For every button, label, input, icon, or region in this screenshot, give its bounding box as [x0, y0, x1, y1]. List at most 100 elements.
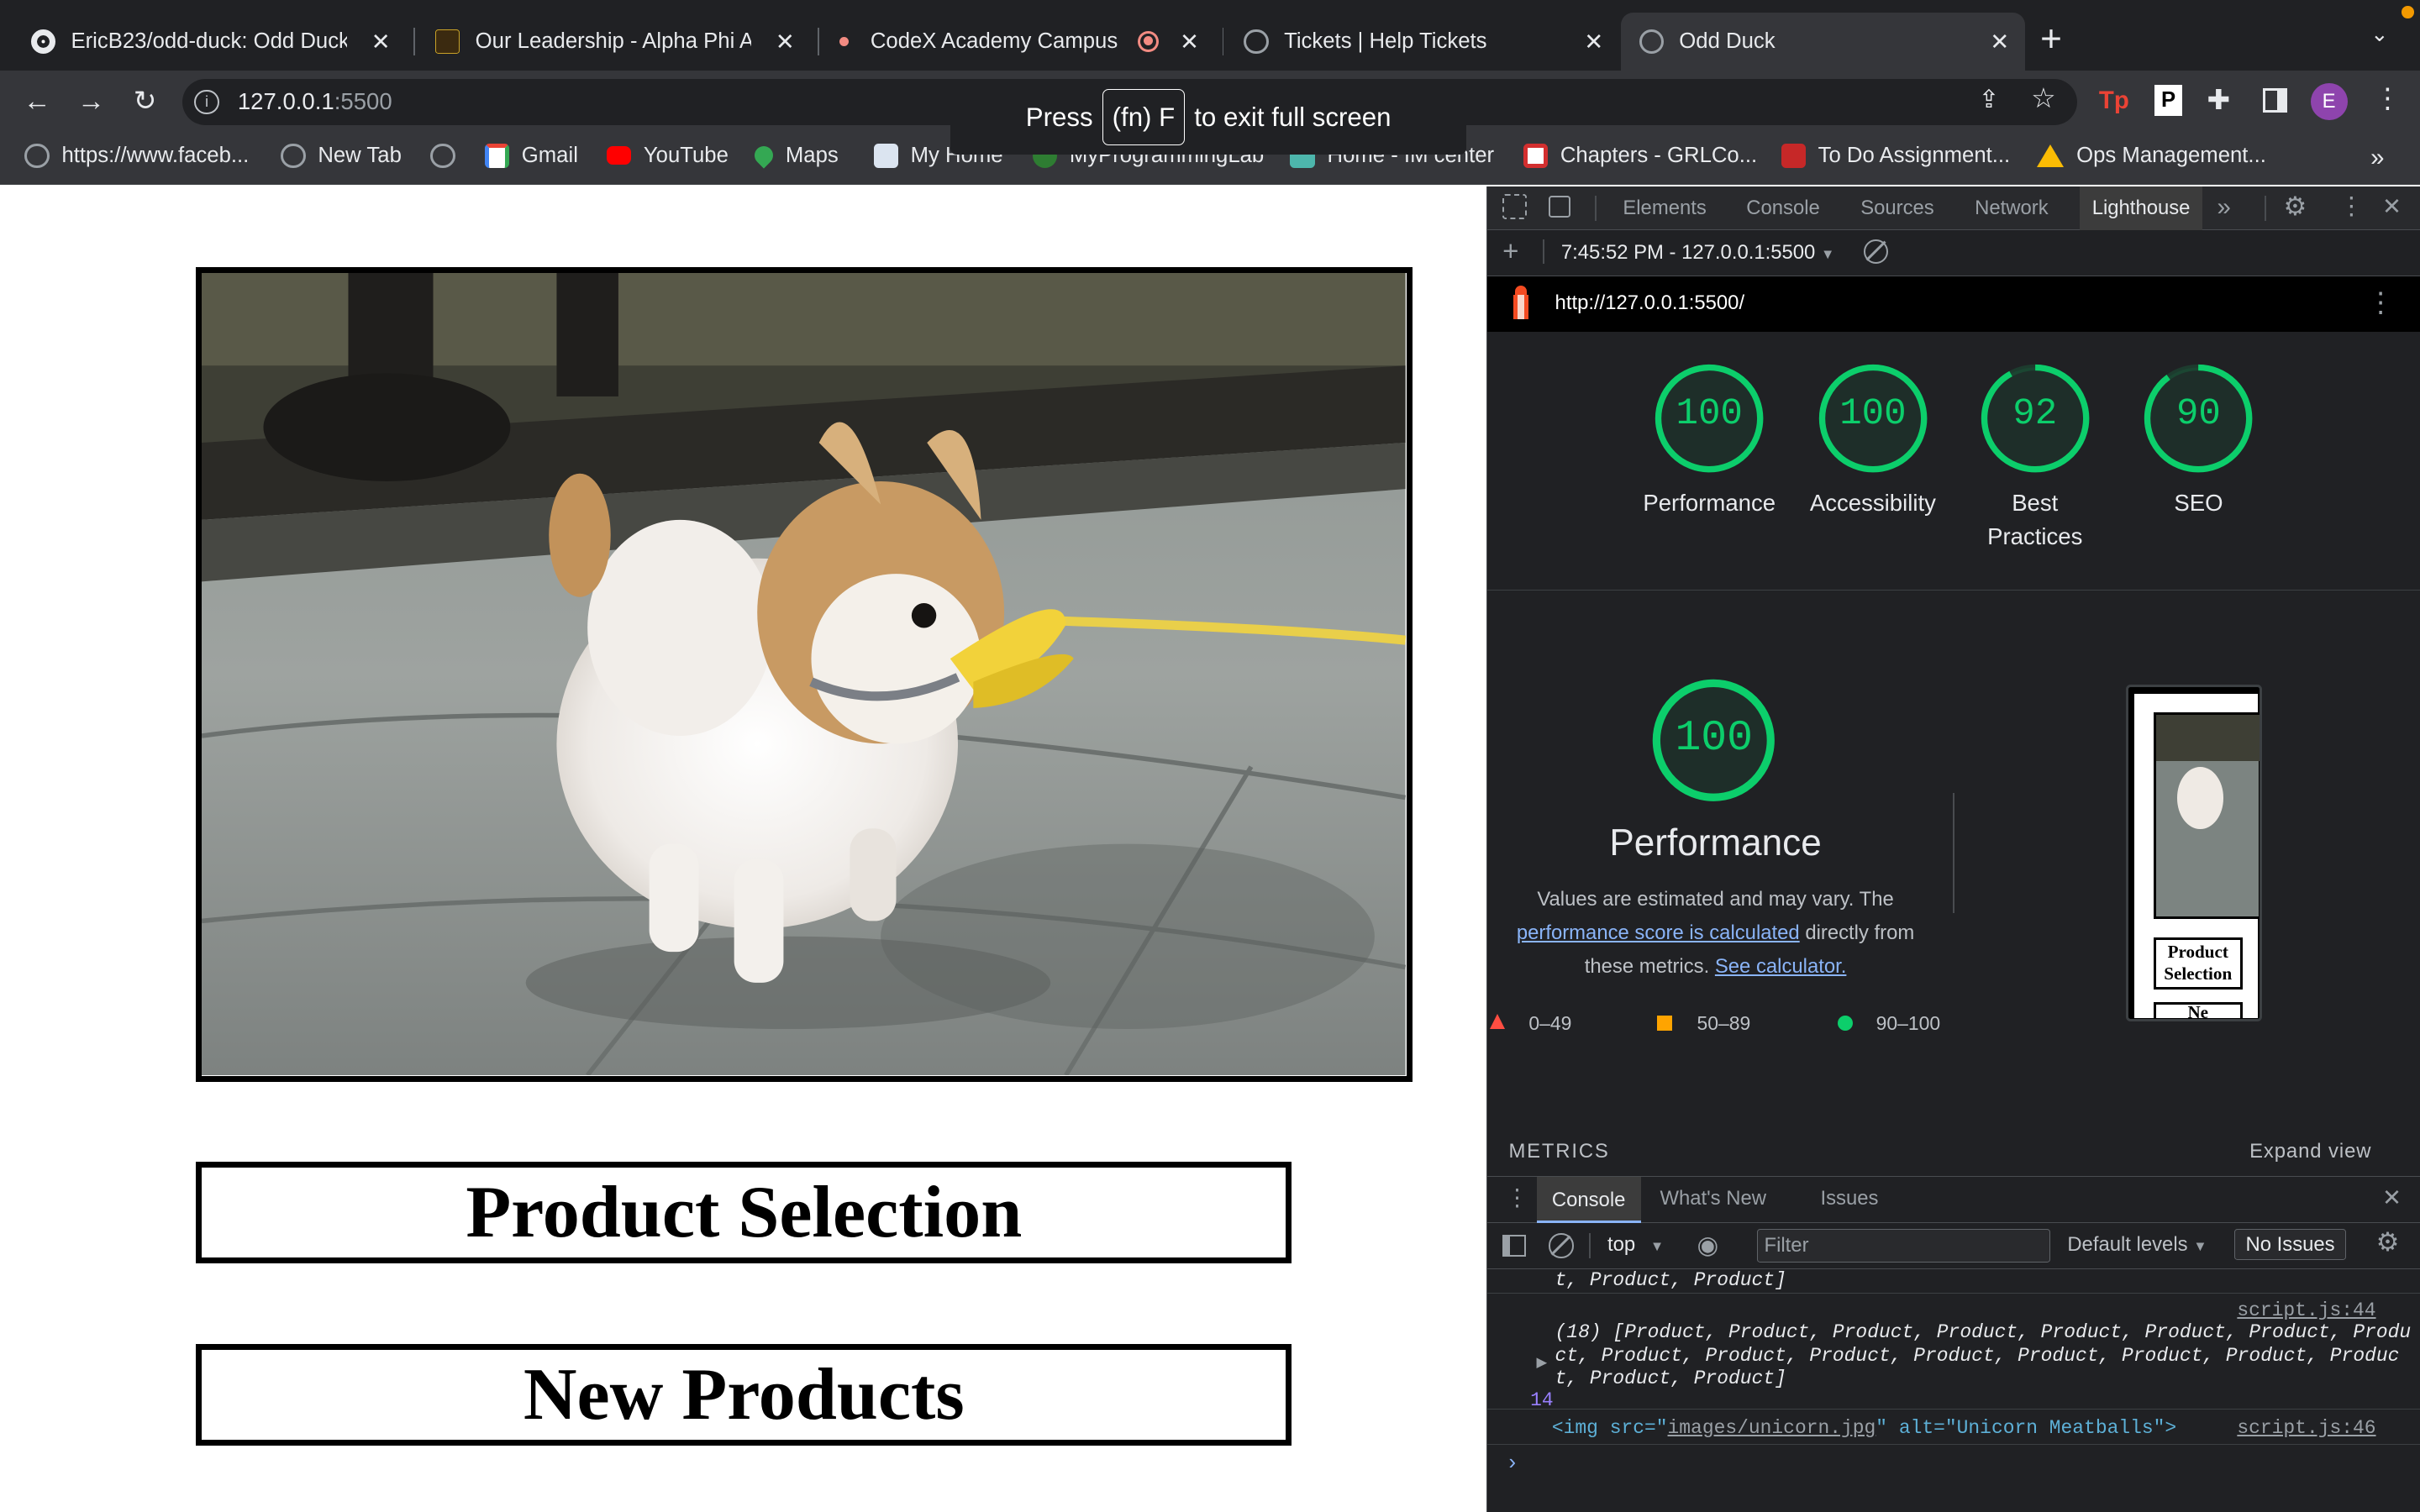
- browser-menu-icon[interactable]: ⋮: [2374, 81, 2402, 115]
- log-element: <img src="images/unicorn.jpg" alt="Unico…: [1552, 1417, 2176, 1439]
- bookmark-item[interactable]: Maps: [750, 142, 839, 169]
- more-bookmarks-icon[interactable]: »: [2370, 144, 2384, 172]
- codex-icon: [839, 37, 850, 47]
- extension-tp-icon[interactable]: Tp: [2099, 87, 2130, 118]
- devtools-menu-icon[interactable]: ⋮: [2339, 192, 2364, 221]
- log-array-line: (18) [Product, Product, Product, Product…: [1555, 1321, 2412, 1344]
- console-log-entry[interactable]: <img src="images/unicorn.jpg" alt="Unico…: [1486, 1411, 2420, 1446]
- report-menu-icon[interactable]: ⋮: [2367, 286, 2395, 319]
- tab-search-chevron-icon[interactable]: ⌄: [2370, 22, 2389, 47]
- metrics-label: METRICS: [1508, 1140, 1610, 1163]
- browser-tab-active[interactable]: Odd Duck ✕: [1620, 12, 2025, 71]
- tab-network[interactable]: Network: [1962, 186, 2060, 229]
- live-expression-eye-icon[interactable]: ◉: [1697, 1231, 1731, 1259]
- bookmark-label: Chapters - GRLCo...: [1560, 143, 1758, 167]
- device-toolbar-icon[interactable]: [1549, 196, 1570, 218]
- log-source-link[interactable]: script.js:44: [2237, 1299, 2375, 1321]
- bookmark-item[interactable]: Ops Management...: [2037, 143, 2266, 168]
- log-levels-dropdown[interactable]: Default levels ▼: [2067, 1233, 2207, 1257]
- final-screenshot-thumbnail[interactable]: Product Selection Ne: [2126, 685, 2262, 1021]
- thumbnail-image: [2153, 711, 2260, 919]
- profile-avatar[interactable]: E: [2310, 83, 2348, 121]
- close-drawer-icon[interactable]: ✕: [2382, 1184, 2402, 1211]
- site-info-icon[interactable]: i: [194, 89, 219, 114]
- bookmark-item[interactable]: YouTube: [606, 143, 729, 168]
- reload-icon[interactable]: ↻: [127, 83, 164, 120]
- clear-console-icon[interactable]: [1549, 1233, 1574, 1258]
- context-selector[interactable]: top ▼: [1607, 1233, 1664, 1257]
- drive-icon: [2037, 144, 2065, 167]
- close-tab-icon[interactable]: ✕: [1584, 29, 1603, 55]
- bookmark-item[interactable]: https://www.faceb...: [24, 143, 249, 169]
- myhome-icon: [873, 143, 898, 169]
- see-calculator-link[interactable]: See calculator.: [1715, 955, 1847, 978]
- tab-console[interactable]: Console: [1734, 186, 1833, 229]
- settings-gear-icon[interactable]: ⚙: [2283, 192, 2307, 222]
- console-log-entry[interactable]: script.js:44 ▶ (18) [Product, Product, P…: [1486, 1295, 2420, 1411]
- back-icon[interactable]: ←: [18, 83, 55, 120]
- extension-p-icon[interactable]: P: [2154, 85, 2183, 116]
- console-log-entry: t, Product, Product]: [1486, 1269, 2420, 1294]
- youtube-icon: [606, 146, 632, 165]
- globe-icon: [281, 143, 306, 169]
- browser-tab[interactable]: Our Leadership - Alpha Phi Alp ✕: [417, 13, 810, 71]
- dog-duck-muzzle-photo: [202, 272, 1407, 1076]
- new-report-icon[interactable]: +: [1502, 236, 1518, 268]
- browser-tab[interactable]: Tickets | Help Tickets ✕: [1225, 13, 1618, 71]
- side-panel-icon[interactable]: [2262, 87, 2287, 113]
- devtools-tabbar: Elements Console Sources Network Lightho…: [1486, 186, 2420, 230]
- log-source-link[interactable]: script.js:46: [2237, 1417, 2375, 1439]
- close-tab-icon[interactable]: ✕: [1180, 29, 1199, 55]
- bookmark-item[interactable]: [430, 143, 467, 169]
- bookmark-item[interactable]: Chapters - GRLCo...: [1523, 143, 1758, 169]
- extensions-puzzle-icon[interactable]: ✚: [2207, 83, 2230, 117]
- console-settings-gear-icon[interactable]: ⚙: [2376, 1227, 2400, 1257]
- bookmark-label: Ops Management...: [2076, 143, 2266, 167]
- console-sidebar-icon[interactable]: [1502, 1235, 1526, 1257]
- gauge-seo[interactable]: 90 SEO: [2129, 363, 2268, 520]
- fraternity-crest-icon: [434, 29, 460, 55]
- score-calculated-link[interactable]: performance score is calculated: [1517, 921, 1800, 944]
- forward-icon[interactable]: →: [72, 83, 109, 120]
- drawer-tab-whats-new[interactable]: What's New: [1660, 1187, 1766, 1210]
- drawer-tab-issues[interactable]: Issues: [1820, 1187, 1878, 1210]
- console-prompt-icon[interactable]: ›: [1508, 1451, 1516, 1475]
- bookmark-item[interactable]: To Do Assignment...: [1781, 143, 2010, 169]
- new-tab-icon[interactable]: +: [2040, 18, 2062, 60]
- share-icon[interactable]: ⇪: [1979, 85, 2000, 114]
- expand-array-triangle-icon[interactable]: ▶: [1537, 1354, 1548, 1371]
- performance-description: Values are estimated and may vary. The p…: [1502, 883, 1928, 984]
- bookmark-label: YouTube: [643, 143, 729, 167]
- bookmark-item[interactable]: New Tab: [281, 143, 402, 169]
- img-src-link[interactable]: images/unicorn.jpg: [1668, 1417, 1876, 1439]
- gauge-best-practices[interactable]: 92 Best Practices: [1965, 363, 2104, 554]
- issues-counter-button[interactable]: No Issues: [2233, 1228, 2347, 1261]
- drawer-tab-console[interactable]: Console: [1536, 1176, 1641, 1223]
- inspect-element-icon[interactable]: [1502, 194, 1528, 219]
- tab-separator: [1222, 28, 1224, 56]
- thumbnail-heading-2: Ne: [2153, 1002, 2244, 1019]
- tab-lighthouse[interactable]: Lighthouse: [2080, 186, 2203, 230]
- bookmark-item[interactable]: Gmail: [484, 143, 578, 169]
- gauge-accessibility[interactable]: 100 Accessibility: [1803, 363, 1942, 520]
- drawer-menu-icon[interactable]: ⋮: [1506, 1184, 1529, 1211]
- devtools-panel: Elements Console Sources Network Lightho…: [1486, 186, 2420, 1512]
- close-tab-icon[interactable]: ✕: [776, 29, 795, 55]
- browser-tab[interactable]: EricB23/odd-duck: Odd Duck W ✕: [13, 13, 406, 71]
- tab-sources[interactable]: Sources: [1849, 186, 1947, 229]
- bookmark-star-icon[interactable]: ☆: [2031, 81, 2056, 115]
- close-tab-icon[interactable]: ✕: [1990, 29, 2009, 55]
- close-devtools-icon[interactable]: ✕: [2382, 193, 2402, 220]
- browser-tab[interactable]: CodeX Academy Campus | ✕: [821, 13, 1214, 71]
- gauge-performance[interactable]: 100 Performance: [1640, 363, 1779, 520]
- tab-elements[interactable]: Elements: [1611, 186, 1719, 229]
- clear-reports-icon[interactable]: [1863, 239, 1889, 265]
- expand-view-link[interactable]: Expand view: [2249, 1140, 2371, 1163]
- more-tabs-icon[interactable]: »: [2217, 193, 2230, 222]
- console-filter-input[interactable]: Filter: [1757, 1228, 2051, 1263]
- product-selection-heading: Product Selection: [196, 1162, 1292, 1264]
- close-tab-icon[interactable]: ✕: [371, 29, 391, 55]
- report-selector[interactable]: 7:45:52 PM - 127.0.0.1:5500 ▼: [1561, 241, 1834, 265]
- html-tag-end: " alt="Unicorn Meatballs">: [1876, 1417, 2177, 1440]
- report-url[interactable]: http://127.0.0.1:5500/: [1555, 291, 1745, 315]
